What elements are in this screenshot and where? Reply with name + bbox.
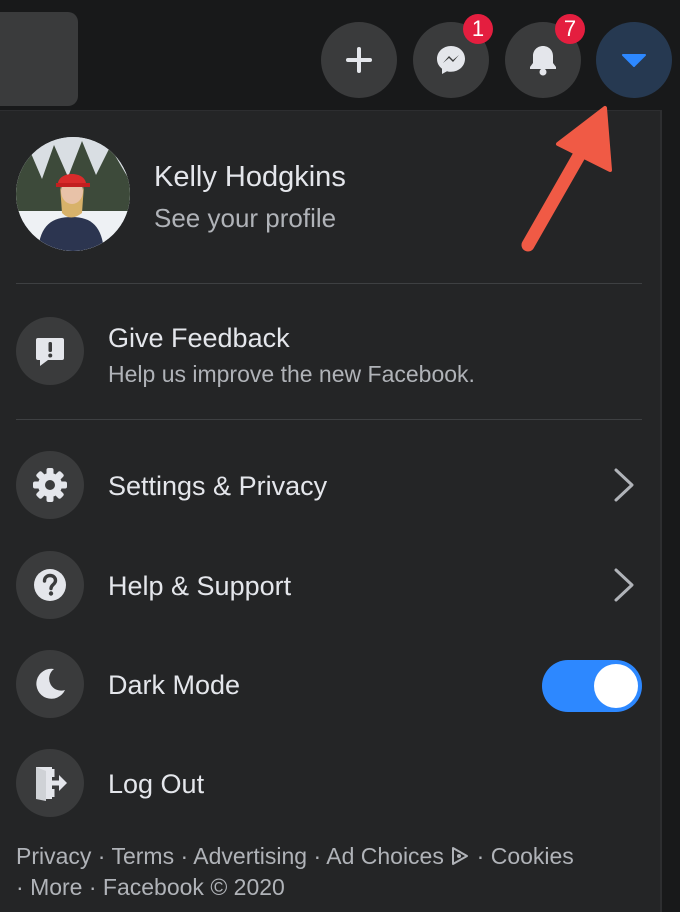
footer-links: Privacy · Terms · Advertising · Ad Choic… — [16, 841, 646, 903]
footer-separator: · — [88, 874, 97, 900]
dark-mode-label: Dark Mode — [108, 670, 241, 700]
moon-icon-circle — [16, 650, 84, 718]
feedback-icon — [36, 338, 64, 366]
footer-ad-choices-link[interactable]: Ad Choices — [326, 843, 476, 869]
footer-advertising-link[interactable]: Advertising — [193, 843, 307, 869]
help-icon-circle — [16, 551, 84, 619]
search-area[interactable] — [0, 12, 78, 106]
messenger-badge: 1 — [463, 14, 493, 44]
log-out-item[interactable]: Log Out — [16, 749, 642, 819]
feedback-icon-circle — [16, 317, 84, 385]
profile-subtitle: See your profile — [154, 203, 337, 233]
footer-more-link[interactable]: More — [30, 874, 82, 900]
footer-separator: · — [97, 843, 106, 869]
annotation-arrow-icon — [521, 106, 612, 252]
divider — [16, 283, 642, 284]
create-button[interactable] — [321, 22, 397, 98]
chevron-right-icon — [614, 568, 634, 602]
top-bar: 1 7 — [0, 0, 680, 110]
avatar-photo — [16, 137, 130, 251]
settings-privacy-item[interactable]: Settings & Privacy — [16, 451, 642, 521]
profile-name: Kelly Hodgkins — [154, 161, 346, 193]
ad-choices-icon — [452, 847, 469, 865]
messenger-icon — [437, 46, 465, 74]
footer-separator: · — [313, 843, 322, 869]
gear-icon-circle — [16, 451, 84, 519]
dark-mode-toggle[interactable] — [542, 660, 642, 712]
notifications-button[interactable]: 7 — [505, 14, 585, 98]
toggle-knob — [594, 664, 638, 708]
messenger-button[interactable]: 1 — [413, 14, 493, 98]
dark-mode-item[interactable]: Dark Mode — [16, 650, 642, 720]
account-menu-button[interactable] — [596, 22, 672, 98]
avatar — [16, 137, 130, 251]
divider — [16, 419, 642, 420]
logout-icon — [36, 767, 67, 801]
footer-separator: · — [476, 843, 485, 869]
gear-icon — [33, 468, 67, 502]
footer-separator: · — [180, 843, 189, 869]
moon-icon — [36, 668, 65, 699]
help-support-label: Help & Support — [108, 571, 292, 601]
help-support-item[interactable]: Help & Support — [16, 551, 642, 621]
footer-privacy-link[interactable]: Privacy — [16, 843, 91, 869]
logout-icon-circle — [16, 749, 84, 817]
question-icon — [34, 569, 66, 601]
chevron-right-icon — [614, 468, 634, 502]
footer-copyright: Facebook © 2020 — [102, 874, 285, 900]
plus-icon — [346, 47, 372, 73]
give-feedback-title: Give Feedback — [108, 323, 290, 353]
footer-separator: · — [16, 874, 24, 900]
bell-icon — [530, 46, 556, 76]
caret-down-icon — [622, 54, 646, 67]
give-feedback-description: Help us improve the new Facebook. — [108, 361, 475, 387]
give-feedback-item[interactable]: Give Feedback Help us improve the new Fa… — [16, 317, 642, 387]
log-out-label: Log Out — [108, 769, 205, 799]
notifications-badge: 7 — [555, 14, 585, 44]
footer-ad-choices-label: Ad Choices — [326, 843, 444, 869]
footer-terms-link[interactable]: Terms — [111, 843, 174, 869]
footer-cookies-link[interactable]: Cookies — [491, 843, 574, 869]
settings-privacy-label: Settings & Privacy — [108, 471, 328, 501]
